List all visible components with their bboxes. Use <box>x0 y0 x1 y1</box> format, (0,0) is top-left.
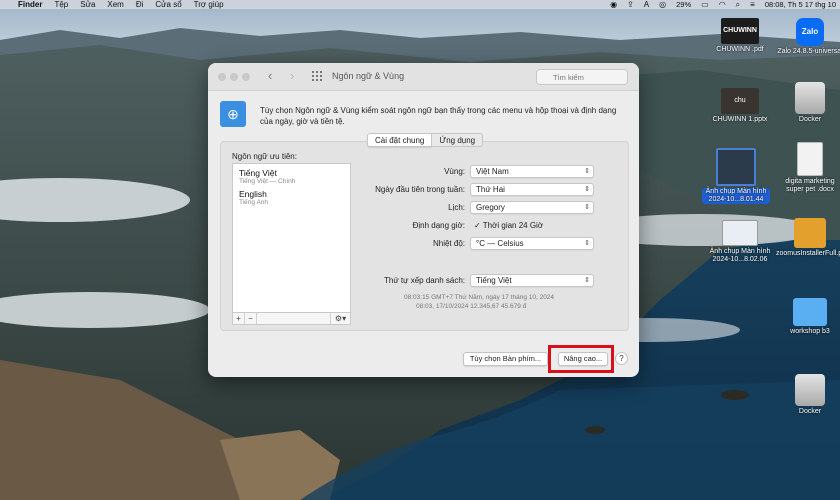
minimize-window-button[interactable] <box>230 73 238 81</box>
keyboard-preferences-button[interactable]: Tùy chọn Bàn phím... <box>463 352 548 366</box>
temperature-label: Nhiệt độ: <box>432 239 465 248</box>
input-source-icon[interactable]: A <box>644 0 649 9</box>
zalo-icon: Zalo <box>796 18 824 46</box>
record-icon[interactable]: ◎ <box>659 0 666 9</box>
description-text: Tùy chọn Ngôn ngữ & Vùng kiểm soát ngôn … <box>260 106 617 126</box>
language-region-window: ‹ › Ngôn ngữ & Vùng ⌕ ⊕ Tùy chọn Ngôn ng… <box>208 63 639 377</box>
date-sample-text: 08:03:15 GMT+7 Thứ Năm, ngày 17 tháng 10… <box>404 294 555 301</box>
gear-icon[interactable]: ⚙▾ <box>330 313 350 324</box>
battery-icon[interactable]: ▭ <box>701 0 709 9</box>
menu-help[interactable]: Trợ giúp <box>194 0 224 9</box>
desktop-icon-zalo[interactable]: Zalo Zalo 24.8.5-universal <box>776 18 840 56</box>
wifi-icon[interactable]: ◠ <box>719 0 726 9</box>
show-all-grid-icon[interactable] <box>312 71 322 81</box>
menu-clock[interactable]: 08:08, Th 5 17 thg 10 <box>765 0 836 9</box>
tab-apps[interactable]: Ứng dụng <box>432 133 484 147</box>
desktop-icon-docx[interactable]: digita marketing super pet .docx <box>776 142 840 194</box>
drive-icon <box>795 374 825 406</box>
search-input[interactable] <box>536 69 628 85</box>
desktop-icon-pptx[interactable]: chu CHUWINN 1.pptx <box>706 88 774 124</box>
screenshot-icon <box>716 148 756 186</box>
number-sample-text: 08:03, 17/10/2024 12.345,67 45.679 đ <box>416 303 527 310</box>
first-day-label: Ngày đầu tiên trong tuần: <box>375 185 465 194</box>
sort-order-label: Thứ tự xếp danh sách: <box>384 276 465 285</box>
status-icon[interactable]: ⇪ <box>627 0 634 9</box>
desktop-icon-label: CHUWINN 1.pptx <box>712 116 768 123</box>
region-select[interactable]: Việt Nam ⇕ <box>470 165 594 178</box>
temperature-select[interactable]: °C — Celsius ⇕ <box>470 237 594 250</box>
preferred-languages-label: Ngôn ngữ ưu tiên: <box>232 152 297 161</box>
battery-percent[interactable]: 29% <box>676 0 691 9</box>
desktop-icon-label: workshop b3 <box>790 328 830 335</box>
menu-finder[interactable]: Finder <box>18 0 42 9</box>
desktop-icon-label: CHUWINN .pdf <box>716 46 764 53</box>
title-bar: ‹ › Ngôn ngữ & Vùng ⌕ <box>208 63 639 91</box>
tab-bar: Cài đặt chung Ứng dụng <box>367 133 484 147</box>
desktop-icon-pkg[interactable]: zoomusInstallerFull.pkg <box>776 218 840 258</box>
desktop-icon-pdf[interactable]: CHUWINN CHUWINN .pdf <box>706 18 774 54</box>
time-format-label: Định dạng giờ: <box>412 221 465 230</box>
menu-go[interactable]: Đi <box>136 0 144 9</box>
desktop-icon-label: Ảnh chụp Màn hình 2024-10...8.01.44 <box>702 188 770 204</box>
docx-icon <box>797 142 823 176</box>
sort-order-select[interactable]: Tiếng Việt ⇕ <box>470 274 594 287</box>
desktop-icon-label: Ảnh chụp Màn hình 2024-10...8.02.06 <box>709 248 771 263</box>
pptx-thumbnail-icon: chu <box>721 88 759 114</box>
first-day-value: Thứ Hai <box>476 185 505 194</box>
time-format-value: Thời gian 24 Giờ <box>482 221 544 230</box>
forward-arrow-icon[interactable]: › <box>290 68 294 83</box>
pdf-thumbnail-icon: CHUWINN <box>721 18 759 44</box>
time-format-checkbox[interactable]: ✓ Thời gian 24 Giờ <box>474 221 543 230</box>
flag-globe-icon: ⊕ <box>220 101 246 127</box>
zalo-status-icon[interactable]: ◉ <box>610 0 617 9</box>
desktop-icon-screenshot-2[interactable]: Ảnh chụp Màn hình 2024-10...8.02.06 <box>706 220 774 264</box>
spotlight-icon[interactable]: ⌕ <box>736 0 740 9</box>
calendar-select[interactable]: Gregory ⇕ <box>470 201 594 214</box>
desktop-icon-folder[interactable]: workshop b3 <box>776 298 840 336</box>
desktop-icon-docker[interactable]: Docker <box>776 82 840 124</box>
first-day-select[interactable]: Thứ Hai ⇕ <box>470 183 594 196</box>
remove-language-button[interactable]: − <box>245 313 257 324</box>
highlight-box <box>548 345 614 373</box>
chevron-updown-icon: ⇕ <box>584 204 590 211</box>
sort-order-value: Tiếng Việt <box>476 276 512 285</box>
chevron-updown-icon: ⇕ <box>584 240 590 247</box>
menu-view[interactable]: Xem <box>107 0 123 9</box>
calendar-label: Lịch: <box>448 203 465 212</box>
temperature-value: °C — Celsius <box>476 239 524 248</box>
desktop-icon-screenshot-1[interactable]: Ảnh chụp Màn hình 2024-10...8.01.44 <box>702 148 770 204</box>
zoom-window-button[interactable] <box>242 73 250 81</box>
package-icon <box>794 218 826 248</box>
calendar-value: Gregory <box>476 203 505 212</box>
menu-bar: Finder Tệp Sửa Xem Đi Cửa sổ Trợ giúp ◉ … <box>0 0 840 9</box>
back-arrow-icon[interactable]: ‹ <box>268 68 272 83</box>
tab-general[interactable]: Cài đặt chung <box>367 133 433 147</box>
checkmark-icon: ✓ <box>474 221 483 230</box>
screenshot-icon <box>722 220 758 246</box>
desktop-icon-label: Docker <box>798 408 822 415</box>
region-value: Việt Nam <box>476 167 509 176</box>
language-list-toolbar: + − ⚙▾ <box>232 313 351 325</box>
menu-window[interactable]: Cửa sổ <box>155 0 181 9</box>
help-button[interactable]: ? <box>615 352 628 365</box>
chevron-updown-icon: ⇕ <box>584 168 590 175</box>
close-window-button[interactable] <box>218 73 226 81</box>
chevron-updown-icon: ⇕ <box>584 186 590 193</box>
control-center-icon[interactable]: ≡ <box>750 0 755 9</box>
desktop-icon-docker-2[interactable]: Docker <box>776 374 840 416</box>
desktop-icon-label: Docker <box>798 116 822 123</box>
menu-edit[interactable]: Sửa <box>80 0 95 9</box>
window-title: Ngôn ngữ & Vùng <box>332 71 405 81</box>
add-language-button[interactable]: + <box>233 313 245 324</box>
drive-icon <box>795 82 825 114</box>
region-label: Vùng: <box>444 167 465 176</box>
language-sub: Tiếng Việt — Chính <box>239 178 296 185</box>
menu-file[interactable]: Tệp <box>54 0 68 9</box>
chevron-updown-icon: ⇕ <box>584 277 590 284</box>
folder-icon <box>793 298 827 326</box>
desktop-icon-label: digita marketing super pet .docx <box>785 178 835 193</box>
desktop-icon-label: Zalo 24.8.5-universal <box>777 48 840 55</box>
desktop-icon-label: zoomusInstallerFull.pkg <box>776 250 840 257</box>
